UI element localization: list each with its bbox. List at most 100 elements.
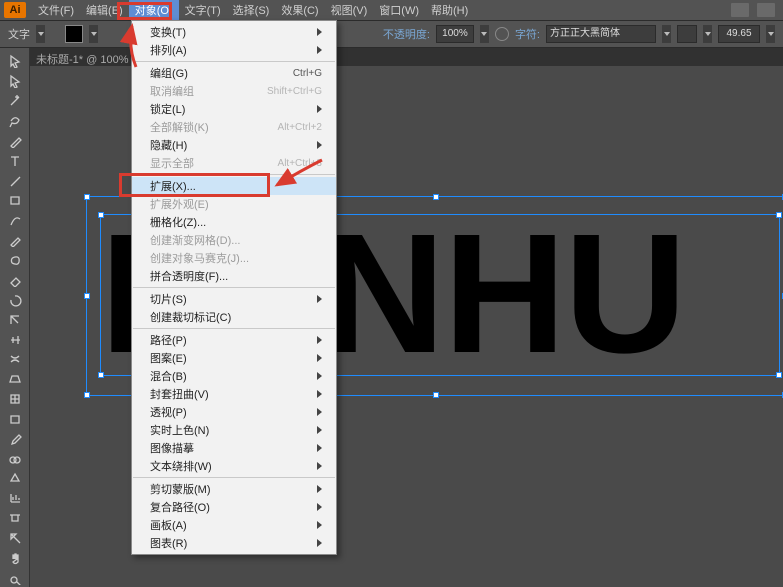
- resize-handle[interactable]: [84, 392, 90, 398]
- menu-item[interactable]: 编组(G)Ctrl+G: [132, 64, 336, 82]
- tool-pen[interactable]: [3, 131, 27, 150]
- menu-item[interactable]: 创建裁切标记(C): [132, 308, 336, 326]
- menu-item-label: 排列(A): [150, 42, 187, 58]
- menu-文件[interactable]: 文件(F): [32, 0, 80, 20]
- style-icon[interactable]: [495, 27, 509, 41]
- resize-handle[interactable]: [98, 372, 104, 378]
- tool-slice[interactable]: [3, 529, 27, 548]
- tool-hand[interactable]: [3, 548, 27, 567]
- menu-item-label: 栅格化(Z)...: [150, 214, 206, 230]
- opacity-dropdown[interactable]: [480, 25, 489, 43]
- resize-handle[interactable]: [98, 212, 104, 218]
- tool-zoom[interactable]: [3, 568, 27, 587]
- resize-handle[interactable]: [84, 194, 90, 200]
- menu-item[interactable]: 变换(T): [132, 23, 336, 41]
- fill-dropdown[interactable]: [89, 25, 98, 43]
- menu-item[interactable]: 画板(A): [132, 516, 336, 534]
- resize-handle[interactable]: [776, 212, 782, 218]
- menu-shortcut: Ctrl+G: [293, 68, 322, 79]
- tool-blob[interactable]: [3, 251, 27, 270]
- app-logo-icon: Ai: [4, 2, 26, 18]
- menu-item[interactable]: 切片(S): [132, 290, 336, 308]
- submenu-arrow-icon: [317, 46, 322, 54]
- menu-item[interactable]: 复合路径(O): [132, 498, 336, 516]
- menu-item[interactable]: 排列(A): [132, 41, 336, 59]
- menu-窗口[interactable]: 窗口(W): [373, 0, 425, 20]
- menu-item[interactable]: 图像描摹: [132, 439, 336, 457]
- menu-item[interactable]: 隐藏(H): [132, 136, 336, 154]
- font-style-dropdown[interactable]: [703, 25, 712, 43]
- tool-brush[interactable]: [3, 211, 27, 230]
- menu-文字[interactable]: 文字(T): [179, 0, 227, 20]
- options-bar: 文字 不透明度: 100% 字符: 方正正大黑简体 49.65: [0, 20, 783, 48]
- tool-lasso[interactable]: [3, 112, 27, 131]
- menu-item[interactable]: 混合(B): [132, 367, 336, 385]
- menu-item-label: 取消编组: [150, 83, 194, 99]
- submenu-arrow-icon: [317, 354, 322, 362]
- layout-icon[interactable]: [757, 3, 775, 17]
- resize-handle[interactable]: [433, 392, 439, 398]
- tool-eyedrop[interactable]: [3, 429, 27, 448]
- tool-blend[interactable]: [3, 449, 27, 468]
- tool-warp[interactable]: [3, 350, 27, 369]
- fill-color-swatch[interactable]: [65, 25, 83, 43]
- tool-line[interactable]: [3, 171, 27, 190]
- menu-选择[interactable]: 选择(S): [227, 0, 276, 20]
- font-size-input[interactable]: 49.65: [718, 25, 760, 43]
- resize-handle[interactable]: [776, 372, 782, 378]
- menu-编辑[interactable]: 编辑(E): [80, 0, 129, 20]
- menu-item: 扩展外观(E): [132, 195, 336, 213]
- menu-separator: [133, 61, 335, 62]
- menu-帮助[interactable]: 帮助(H): [425, 0, 474, 20]
- menu-item-label: 路径(P): [150, 332, 187, 348]
- font-family-select[interactable]: 方正正大黑简体: [546, 25, 656, 43]
- menu-item[interactable]: 扩展(X)...: [132, 177, 336, 195]
- opacity-input[interactable]: 100%: [436, 25, 474, 43]
- tool-mesh[interactable]: [3, 390, 27, 409]
- menu-item[interactable]: 栅格化(Z)...: [132, 213, 336, 231]
- workspace-icon[interactable]: [731, 3, 749, 17]
- tool-width[interactable]: [3, 330, 27, 349]
- tool-symbol[interactable]: [3, 469, 27, 488]
- tool-artboard[interactable]: [3, 509, 27, 528]
- menu-item[interactable]: 路径(P): [132, 331, 336, 349]
- tool-graph[interactable]: [3, 489, 27, 508]
- tool-name-label: 文字: [8, 26, 30, 42]
- menu-item[interactable]: 图案(E): [132, 349, 336, 367]
- tool-shape[interactable]: [3, 370, 27, 389]
- submenu-arrow-icon: [317, 295, 322, 303]
- submenu-arrow-icon: [317, 336, 322, 344]
- tool-arrow[interactable]: [3, 52, 27, 71]
- tool-eraser[interactable]: [3, 270, 27, 289]
- menu-item[interactable]: 图表(R): [132, 534, 336, 552]
- menu-item[interactable]: 剪切蒙版(M): [132, 480, 336, 498]
- menu-效果[interactable]: 效果(C): [275, 0, 324, 20]
- menu-视图[interactable]: 视图(V): [325, 0, 374, 20]
- menu-item-label: 文本绕排(W): [150, 458, 212, 474]
- tool-type[interactable]: [3, 151, 27, 170]
- tool-direct[interactable]: [3, 72, 27, 91]
- menu-对象[interactable]: 对象(O): [129, 0, 179, 20]
- menu-item-label: 扩展(X)...: [150, 178, 196, 194]
- tool-wand[interactable]: [3, 92, 27, 111]
- menu-item[interactable]: 文本绕排(W): [132, 457, 336, 475]
- menu-item[interactable]: 拼合透明度(F)...: [132, 267, 336, 285]
- menu-item[interactable]: 封套扭曲(V): [132, 385, 336, 403]
- font-dropdown[interactable]: [662, 25, 671, 43]
- resize-handle[interactable]: [84, 293, 90, 299]
- menu-item-label: 剪切蒙版(M): [150, 481, 211, 497]
- menu-item-label: 实时上色(N): [150, 422, 209, 438]
- tool-pencil[interactable]: [3, 231, 27, 250]
- tool-preset-dropdown[interactable]: [36, 25, 45, 43]
- tool-rect[interactable]: [3, 191, 27, 210]
- tool-scale[interactable]: [3, 310, 27, 329]
- resize-handle[interactable]: [433, 194, 439, 200]
- menu-item[interactable]: 锁定(L): [132, 100, 336, 118]
- tool-gradient[interactable]: [3, 409, 27, 428]
- menu-item-label: 画板(A): [150, 517, 187, 533]
- menu-item[interactable]: 透视(P): [132, 403, 336, 421]
- font-size-dropdown[interactable]: [766, 25, 775, 43]
- tool-rotate[interactable]: [3, 290, 27, 309]
- font-style-select[interactable]: [677, 25, 697, 43]
- menu-item[interactable]: 实时上色(N): [132, 421, 336, 439]
